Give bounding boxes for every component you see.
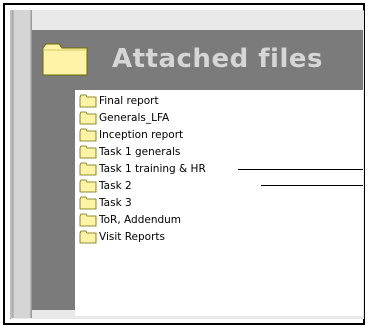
file-label: Task 1 generals bbox=[99, 146, 181, 158]
file-label: Task 2 bbox=[99, 180, 132, 192]
file-label: Inception report bbox=[99, 129, 184, 141]
file-label: Visit Reports bbox=[99, 231, 165, 243]
file-label: ToR, Addendum bbox=[99, 214, 182, 226]
list-item[interactable]: Task 1 generals bbox=[79, 144, 180, 160]
list-item[interactable]: Task 3 bbox=[79, 195, 132, 211]
folder-icon bbox=[79, 145, 97, 159]
page-title: Attached files bbox=[112, 44, 323, 74]
folder-icon bbox=[79, 128, 97, 142]
list-item[interactable]: Inception report bbox=[79, 127, 183, 143]
folder-icon bbox=[79, 94, 97, 108]
folder-icon bbox=[79, 162, 97, 176]
files-header: Attached files bbox=[32, 30, 363, 90]
list-item[interactable]: Generals_LFA bbox=[79, 110, 169, 126]
folder-icon bbox=[79, 111, 97, 125]
file-label: Task 3 bbox=[99, 197, 132, 209]
folder-icon bbox=[79, 179, 97, 193]
file-label: Task 1 training & HR bbox=[99, 163, 206, 175]
annotation-line bbox=[238, 169, 363, 170]
annotation-line bbox=[261, 185, 363, 186]
folder-icon bbox=[79, 196, 97, 210]
file-label: Final report bbox=[99, 95, 159, 107]
list-item[interactable]: ToR, Addendum bbox=[79, 212, 181, 228]
left-scroll-strip bbox=[10, 10, 32, 318]
top-band bbox=[32, 10, 363, 30]
list-item[interactable]: Final report bbox=[79, 93, 159, 109]
folder-icon bbox=[79, 230, 97, 244]
list-item[interactable]: Task 2 bbox=[79, 178, 132, 194]
file-label: Generals_LFA bbox=[99, 112, 170, 124]
list-item[interactable]: Task 1 training & HR bbox=[79, 161, 206, 177]
folder-icon bbox=[42, 43, 88, 76]
folder-icon bbox=[79, 213, 97, 227]
file-list: Final report Generals_LFA Inception repo… bbox=[75, 90, 363, 316]
list-item[interactable]: Visit Reports bbox=[79, 229, 165, 245]
